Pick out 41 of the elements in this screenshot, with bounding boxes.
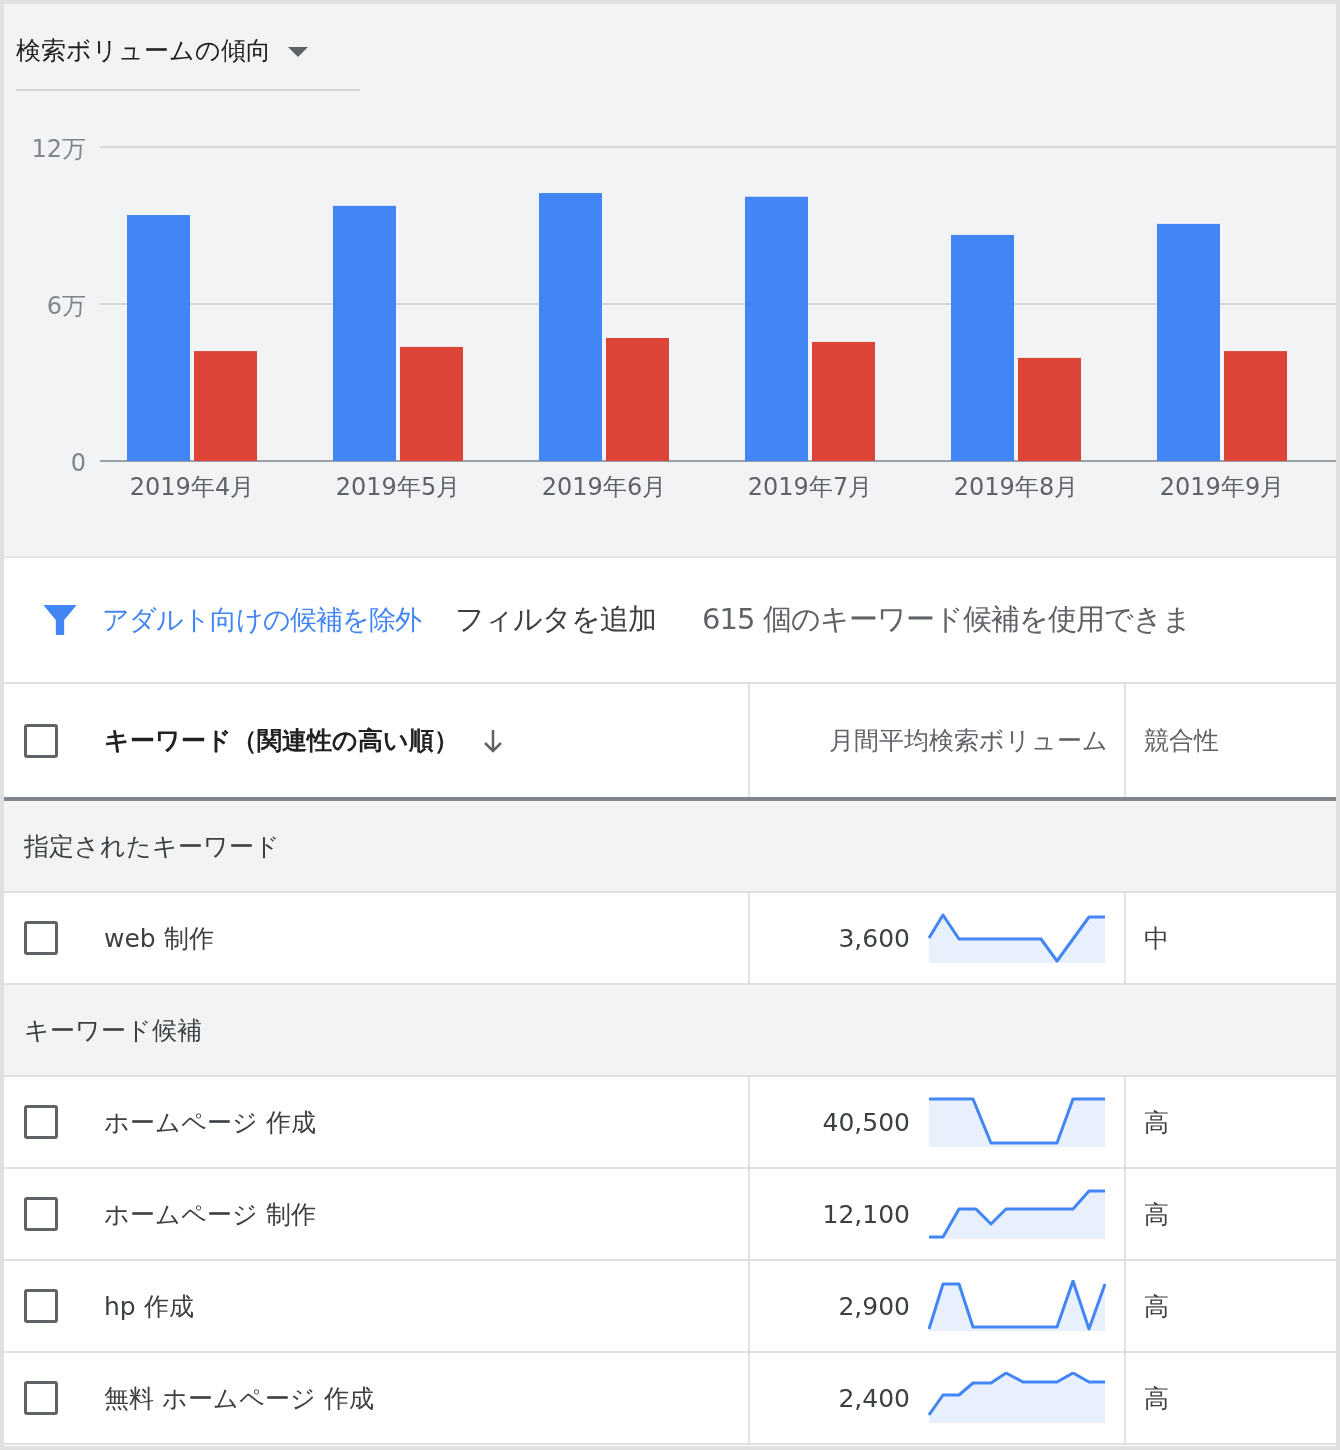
keyword-text: web 制作 <box>104 922 214 955</box>
competition-text: 高 <box>1144 1198 1169 1231</box>
volume-text: 2,900 <box>838 1291 910 1321</box>
column-header[interactable]: 競合性 <box>1144 724 1219 757</box>
axis-label: 2019年4月 <box>129 473 255 501</box>
axis-label: 2019年5月 <box>335 473 461 501</box>
volume-text: 12,100 <box>822 1199 910 1229</box>
competition-text: 中 <box>1144 922 1169 955</box>
exclude-link[interactable]: アダルト向けの候補を除外 <box>102 602 421 638</box>
section-label: キーワード候補 <box>24 1014 202 1047</box>
axis-label: 2019年9月 <box>1159 473 1285 501</box>
axis-label: 12万 <box>31 135 86 163</box>
keyword-text: ホームページ 作成 <box>104 1106 316 1139</box>
volume-text: 2,400 <box>838 1383 910 1413</box>
keyword-text: hp 作成 <box>104 1290 194 1323</box>
checkbox[interactable] <box>24 723 58 758</box>
add-filter-button[interactable]: フィルタを追加 <box>455 600 656 640</box>
axis-label: 2019年8月 <box>953 473 1079 501</box>
checkbox[interactable] <box>24 1197 58 1231</box>
column-header[interactable]: キーワード（関連性の高い順） <box>104 724 459 757</box>
checkbox[interactable] <box>24 1381 58 1415</box>
axis-label: 2019年6月 <box>541 473 667 501</box>
competition-text: 高 <box>1144 1290 1169 1323</box>
checkbox[interactable] <box>24 1105 58 1139</box>
checkbox[interactable] <box>24 1289 58 1323</box>
arrow-down-icon[interactable] <box>481 727 505 754</box>
volume-text: 40,500 <box>822 1107 910 1137</box>
competition-text: 高 <box>1144 1382 1169 1415</box>
axis-label: 0 <box>70 449 86 477</box>
chart-title: 検索ボリュームの傾向 <box>16 35 271 67</box>
column-header[interactable]: 月間平均検索ボリューム <box>829 724 1108 757</box>
axis-label: 2019年7月 <box>747 473 873 501</box>
caret-icon[interactable] <box>287 44 309 57</box>
axis-label: 6万 <box>46 292 86 320</box>
keyword-text: ホームページ 制作 <box>104 1198 316 1231</box>
checkbox[interactable] <box>24 921 58 955</box>
section-label: 指定されたキーワード <box>24 830 280 863</box>
keyword-count: 615 個のキーワード候補を使用できま <box>702 601 1191 638</box>
volume-text: 3,600 <box>838 923 910 953</box>
competition-text: 高 <box>1144 1106 1169 1139</box>
keyword-text: 無料 ホームページ 作成 <box>104 1382 374 1415</box>
